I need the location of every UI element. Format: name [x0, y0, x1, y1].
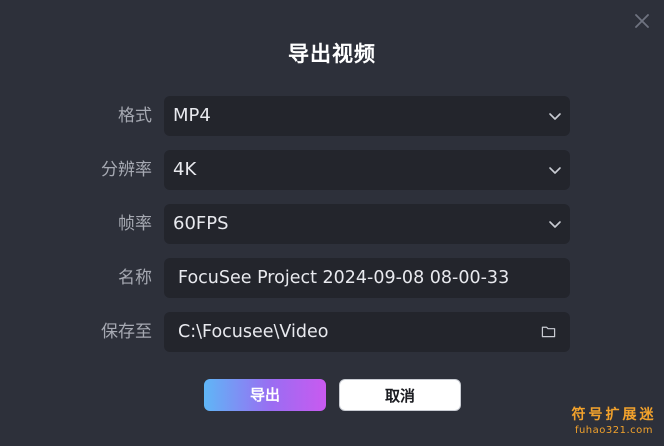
close-icon[interactable] — [632, 11, 652, 31]
chevron-down-icon — [549, 221, 561, 228]
export-button[interactable]: 导出 — [204, 379, 326, 411]
format-label: 格式 — [118, 106, 152, 126]
resolution-select[interactable]: 4K — [164, 150, 570, 190]
cancel-button[interactable]: 取消 — [339, 379, 461, 411]
resolution-row: 分辨率 4K — [0, 150, 664, 190]
format-value: MP4 — [173, 105, 211, 126]
dialog-title: 导出视频 — [288, 42, 376, 66]
watermark-main: 符号扩展迷 — [571, 407, 657, 423]
name-value: FocuSee Project 2024-09-08 08-00-33 — [178, 268, 510, 288]
framerate-select[interactable]: 60FPS — [164, 204, 570, 244]
watermark: 符号扩展迷 fuhao321.com — [564, 406, 664, 437]
save-path-input[interactable]: C:\Focusee\Video — [164, 312, 570, 352]
framerate-value: 60FPS — [173, 213, 229, 234]
export-video-dialog: 导出视频 格式 MP4 分辨率 4K 帧率 60FPS 名称 FocuSee P… — [0, 0, 664, 446]
resolution-value: 4K — [173, 159, 197, 180]
format-row: 格式 MP4 — [0, 96, 664, 136]
chevron-down-icon — [549, 167, 561, 174]
resolution-label: 分辨率 — [101, 160, 152, 180]
format-select[interactable]: MP4 — [164, 96, 570, 136]
save-path-label: 保存至 — [101, 322, 152, 342]
watermark-sub: fuhao321.com — [574, 425, 654, 436]
framerate-label: 帧率 — [118, 214, 152, 234]
framerate-row: 帧率 60FPS — [0, 204, 664, 244]
name-label: 名称 — [118, 268, 152, 288]
save-path-row: 保存至 C:\Focusee\Video — [0, 312, 664, 352]
name-input[interactable]: FocuSee Project 2024-09-08 08-00-33 — [164, 258, 570, 298]
name-row: 名称 FocuSee Project 2024-09-08 08-00-33 — [0, 258, 664, 298]
chevron-down-icon — [549, 113, 561, 120]
save-path-value: C:\Focusee\Video — [178, 322, 329, 342]
folder-icon[interactable] — [541, 324, 556, 339]
